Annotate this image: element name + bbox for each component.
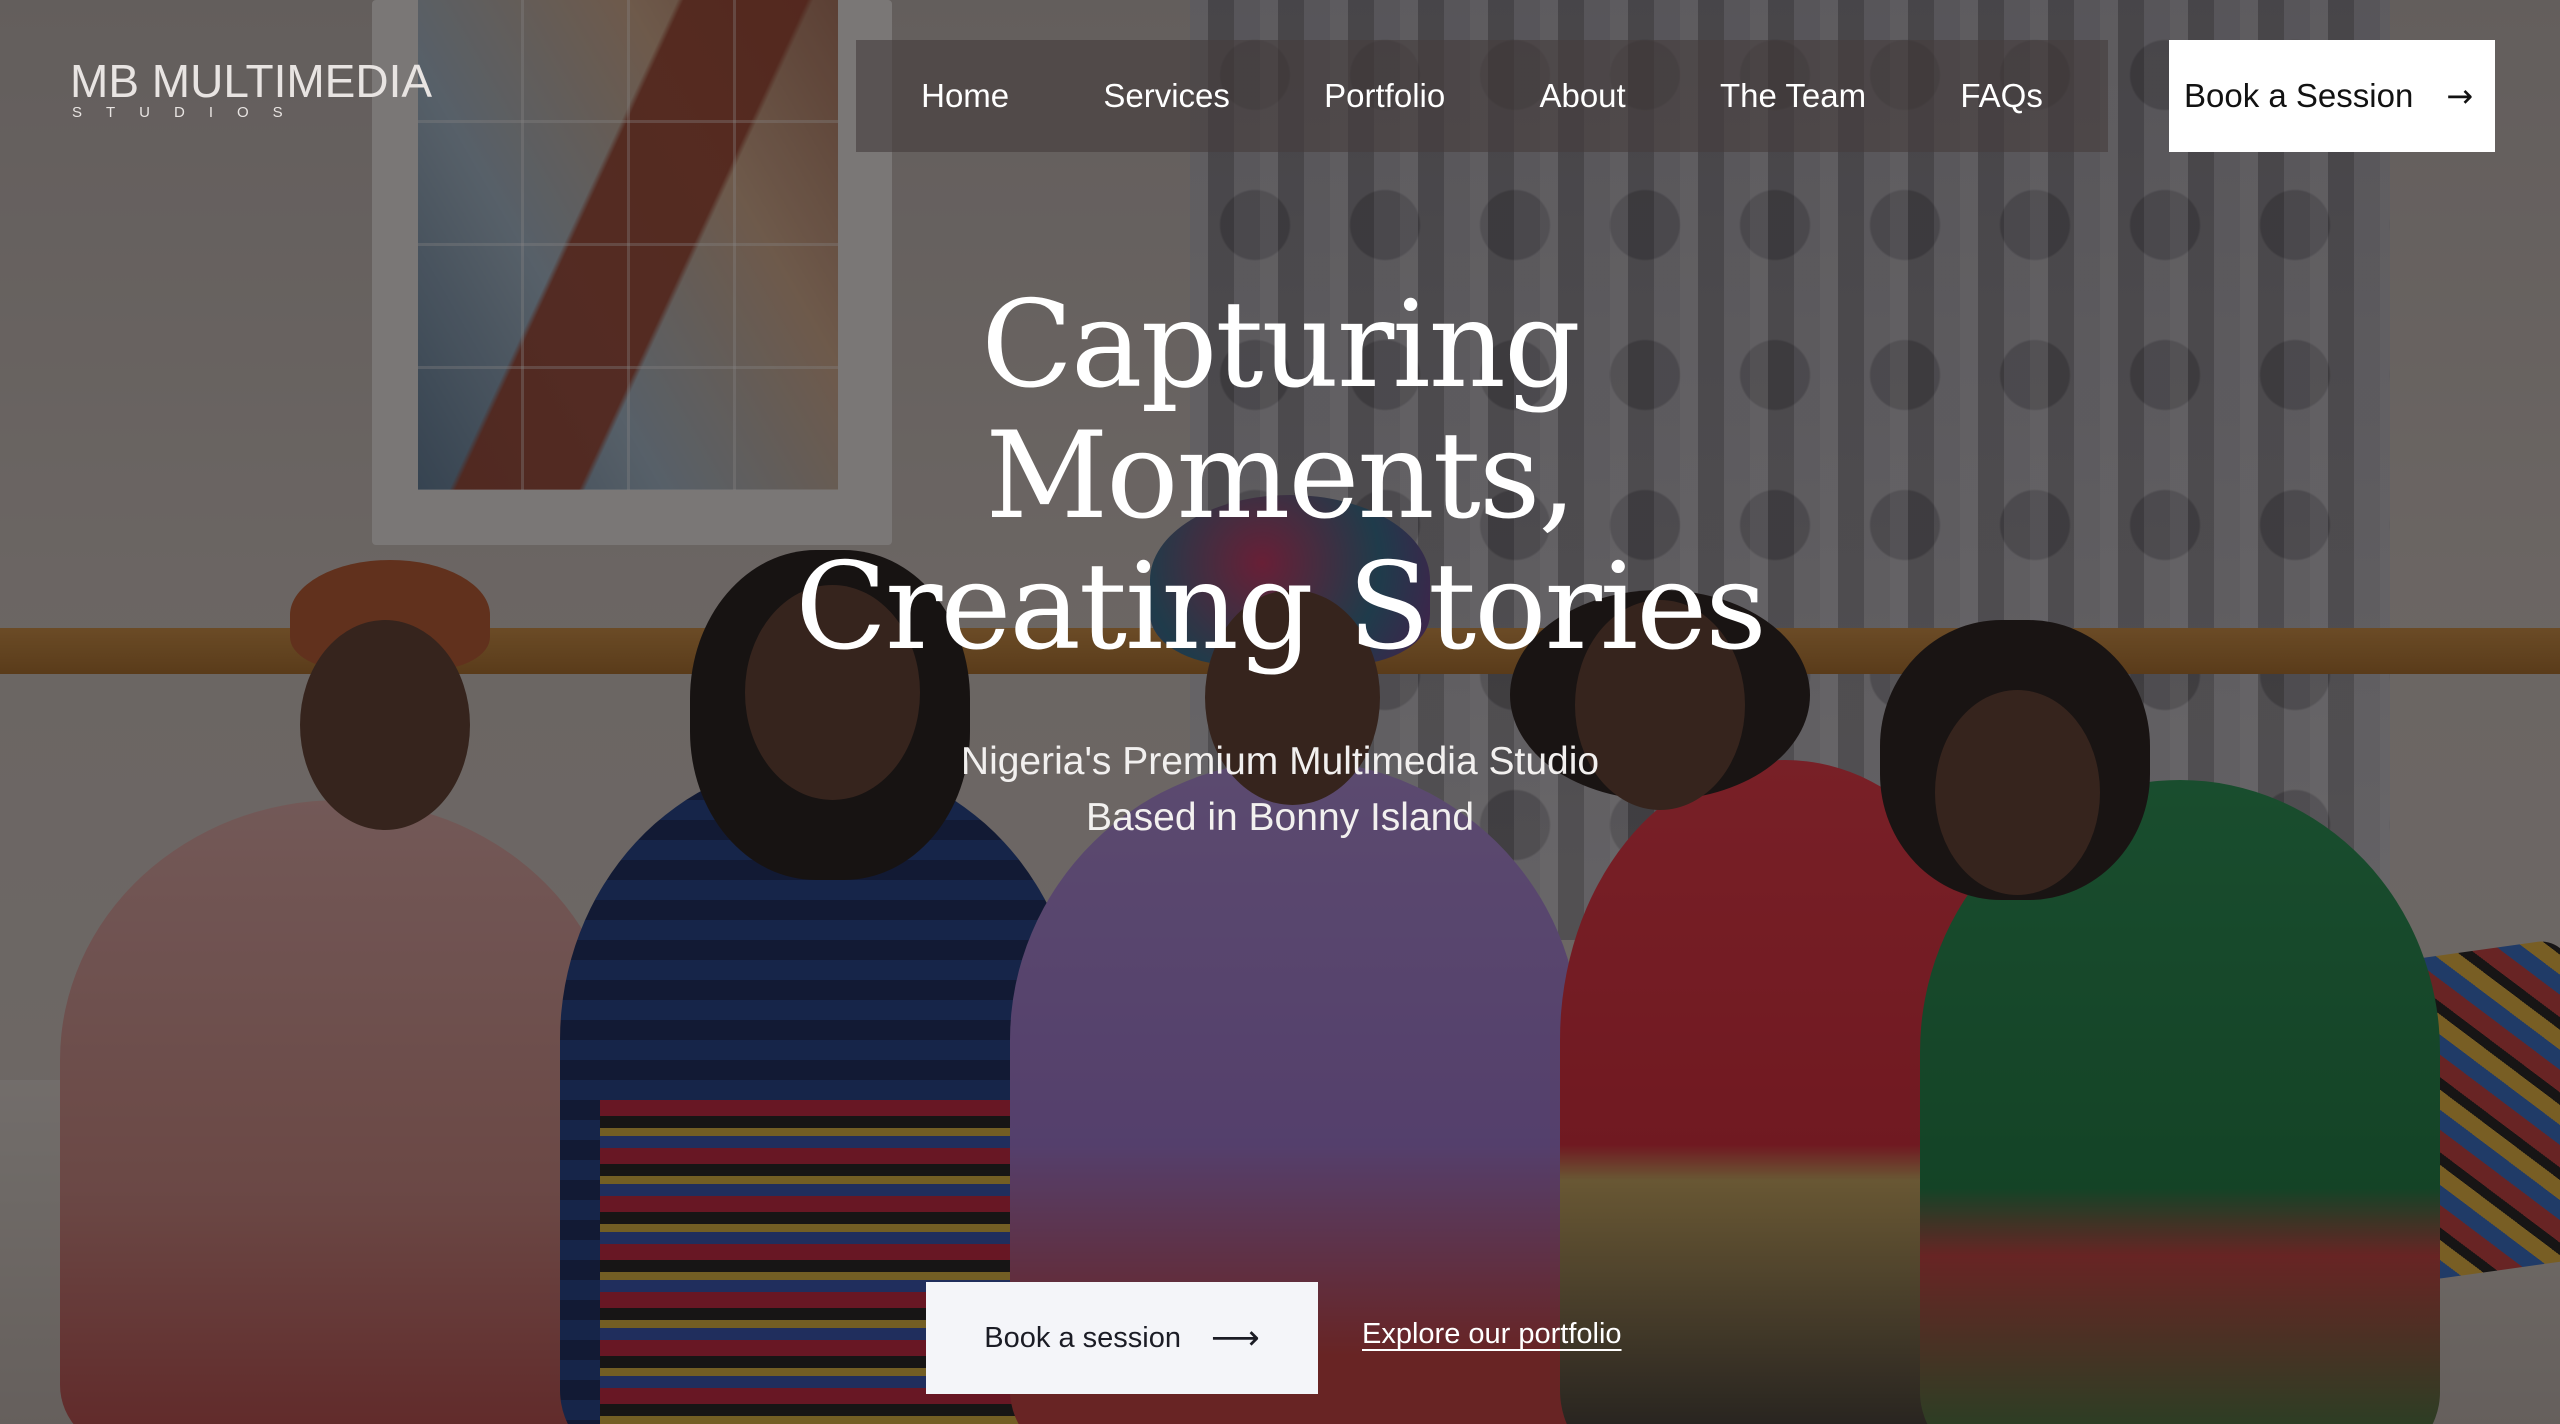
brand-logo[interactable]: MB MULTIMEDIA STUDIOS — [70, 58, 432, 122]
main-navigation: Home Services Portfolio About The Team F… — [856, 40, 2108, 152]
hero-title: Capturing Moments, Creating Stories — [0, 280, 2560, 673]
hero-book-session-button[interactable]: Book a session ⟶ — [926, 1282, 1318, 1394]
hero-subtitle-line-1: Nigeria's Premium Multimedia Studio — [960, 740, 1600, 783]
hero-title-line-3: Creating Stories — [795, 538, 1767, 678]
nav-services[interactable]: Services — [1103, 77, 1230, 115]
book-session-label: Book a Session — [2184, 77, 2414, 114]
nav-portfolio[interactable]: Portfolio — [1324, 77, 1445, 115]
hero-background-image — [0, 0, 2560, 1424]
hero-title-line-2: Moments, — [985, 407, 1576, 547]
nav-home[interactable]: Home — [921, 77, 1009, 115]
nav-about[interactable]: About — [1539, 77, 1625, 115]
book-session-button[interactable]: Book a Session → — [2169, 40, 2495, 152]
logo-wordmark: MB MULTIMEDIA — [70, 55, 433, 107]
hero-subtitle-line-2: Based in Bonny Island — [1085, 796, 1475, 839]
nav-faqs[interactable]: FAQs — [1960, 77, 2043, 115]
hero-title-line-1: Capturing — [981, 276, 1581, 416]
arrow-right-icon: → — [2446, 77, 2473, 115]
long-arrow-right-icon: ⟶ — [1210, 1318, 1260, 1358]
hero-book-session-label: Book a session — [984, 1321, 1181, 1354]
nav-the-team[interactable]: The Team — [1720, 77, 1866, 115]
explore-portfolio-link[interactable]: Explore our portfolio — [1362, 1318, 1622, 1351]
hero-subtitle: Nigeria's Premium Multimedia Studio Base… — [0, 734, 2560, 846]
